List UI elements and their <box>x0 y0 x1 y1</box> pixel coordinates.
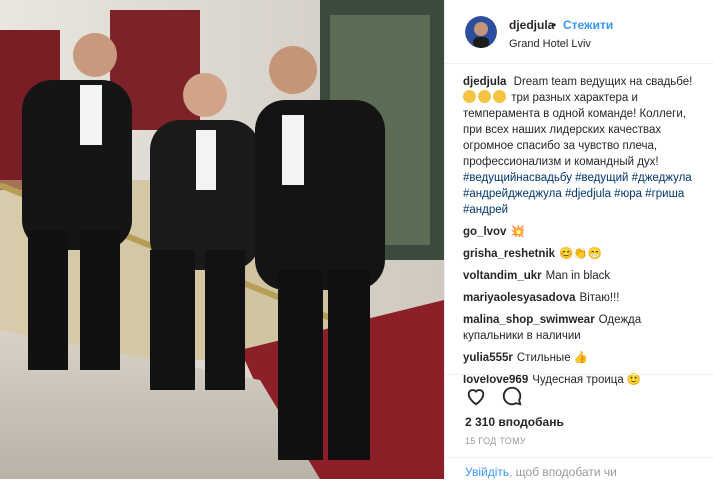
separator-dot: • <box>552 18 557 32</box>
emoji-icon <box>463 90 508 104</box>
caption-hashtags[interactable]: #ведущийнасвадьбу #ведущий #джеджула #ан… <box>463 172 692 216</box>
comment-username[interactable]: malina_shop_swimwear <box>463 314 595 326</box>
caption-text-1: Dream team ведущих на свадьбе! <box>513 76 693 88</box>
comment-username[interactable]: grisha_reshetnik <box>463 248 555 260</box>
post-actions: 2 310 вподобань 15 ГОД ТОМУ Увійдіть, що… <box>445 374 713 480</box>
likes-count[interactable]: 2 310 вподобань <box>465 415 564 429</box>
comment-text: Стильные 👍 <box>516 352 589 364</box>
login-text: , щоб вподобати чи <box>509 465 617 479</box>
post-time: 15 ГОД ТОМУ <box>465 436 526 446</box>
comment-item: grisha_reshetnik 😊👏😁 <box>463 246 703 262</box>
heart-icon[interactable] <box>465 385 487 407</box>
comment-username[interactable]: mariyaolesyasadova <box>463 292 576 304</box>
post-photo <box>0 0 444 479</box>
comment-text: Вітаю!!! <box>579 292 620 304</box>
caption: djedjula Dream team ведущих на свадьбе! … <box>463 74 703 218</box>
avatar[interactable] <box>465 16 497 48</box>
login-link[interactable]: Увійдіть <box>465 465 509 479</box>
comment-icon[interactable] <box>501 385 523 407</box>
comment-item: yulia555r Стильные 👍 <box>463 350 703 366</box>
comment-item: malina_shop_swimwear Одежда купальники в … <box>463 312 703 344</box>
comments-list: djedjula Dream team ведущих на свадьбе! … <box>463 74 703 394</box>
post-header: djedjula • Стежити Grand Hotel Lviv <box>445 0 713 64</box>
comment-text: 😊👏😁 <box>559 248 603 260</box>
caption-username[interactable]: djedjula <box>463 76 506 88</box>
username-link[interactable]: djedjula <box>509 18 554 32</box>
comment-item: mariyaolesyasadova Вітаю!!! <box>463 290 703 306</box>
post-sidebar: djedjula • Стежити Grand Hotel Lviv djed… <box>444 0 713 479</box>
comment-text: Man in black <box>545 270 611 282</box>
login-prompt: Увійдіть, щоб вподобати чи <box>445 457 713 479</box>
comment-username[interactable]: go_lvov <box>463 226 506 238</box>
comment-text: 💥 <box>510 226 525 238</box>
comment-username[interactable]: voltandim_ukr <box>463 270 542 282</box>
follow-button[interactable]: Стежити <box>563 18 613 32</box>
location-link[interactable]: Grand Hotel Lviv <box>509 38 591 50</box>
comment-item: voltandim_ukr Man in black <box>463 268 703 284</box>
comment-item: go_lvov 💥 <box>463 224 703 240</box>
comment-username[interactable]: yulia555r <box>463 352 513 364</box>
